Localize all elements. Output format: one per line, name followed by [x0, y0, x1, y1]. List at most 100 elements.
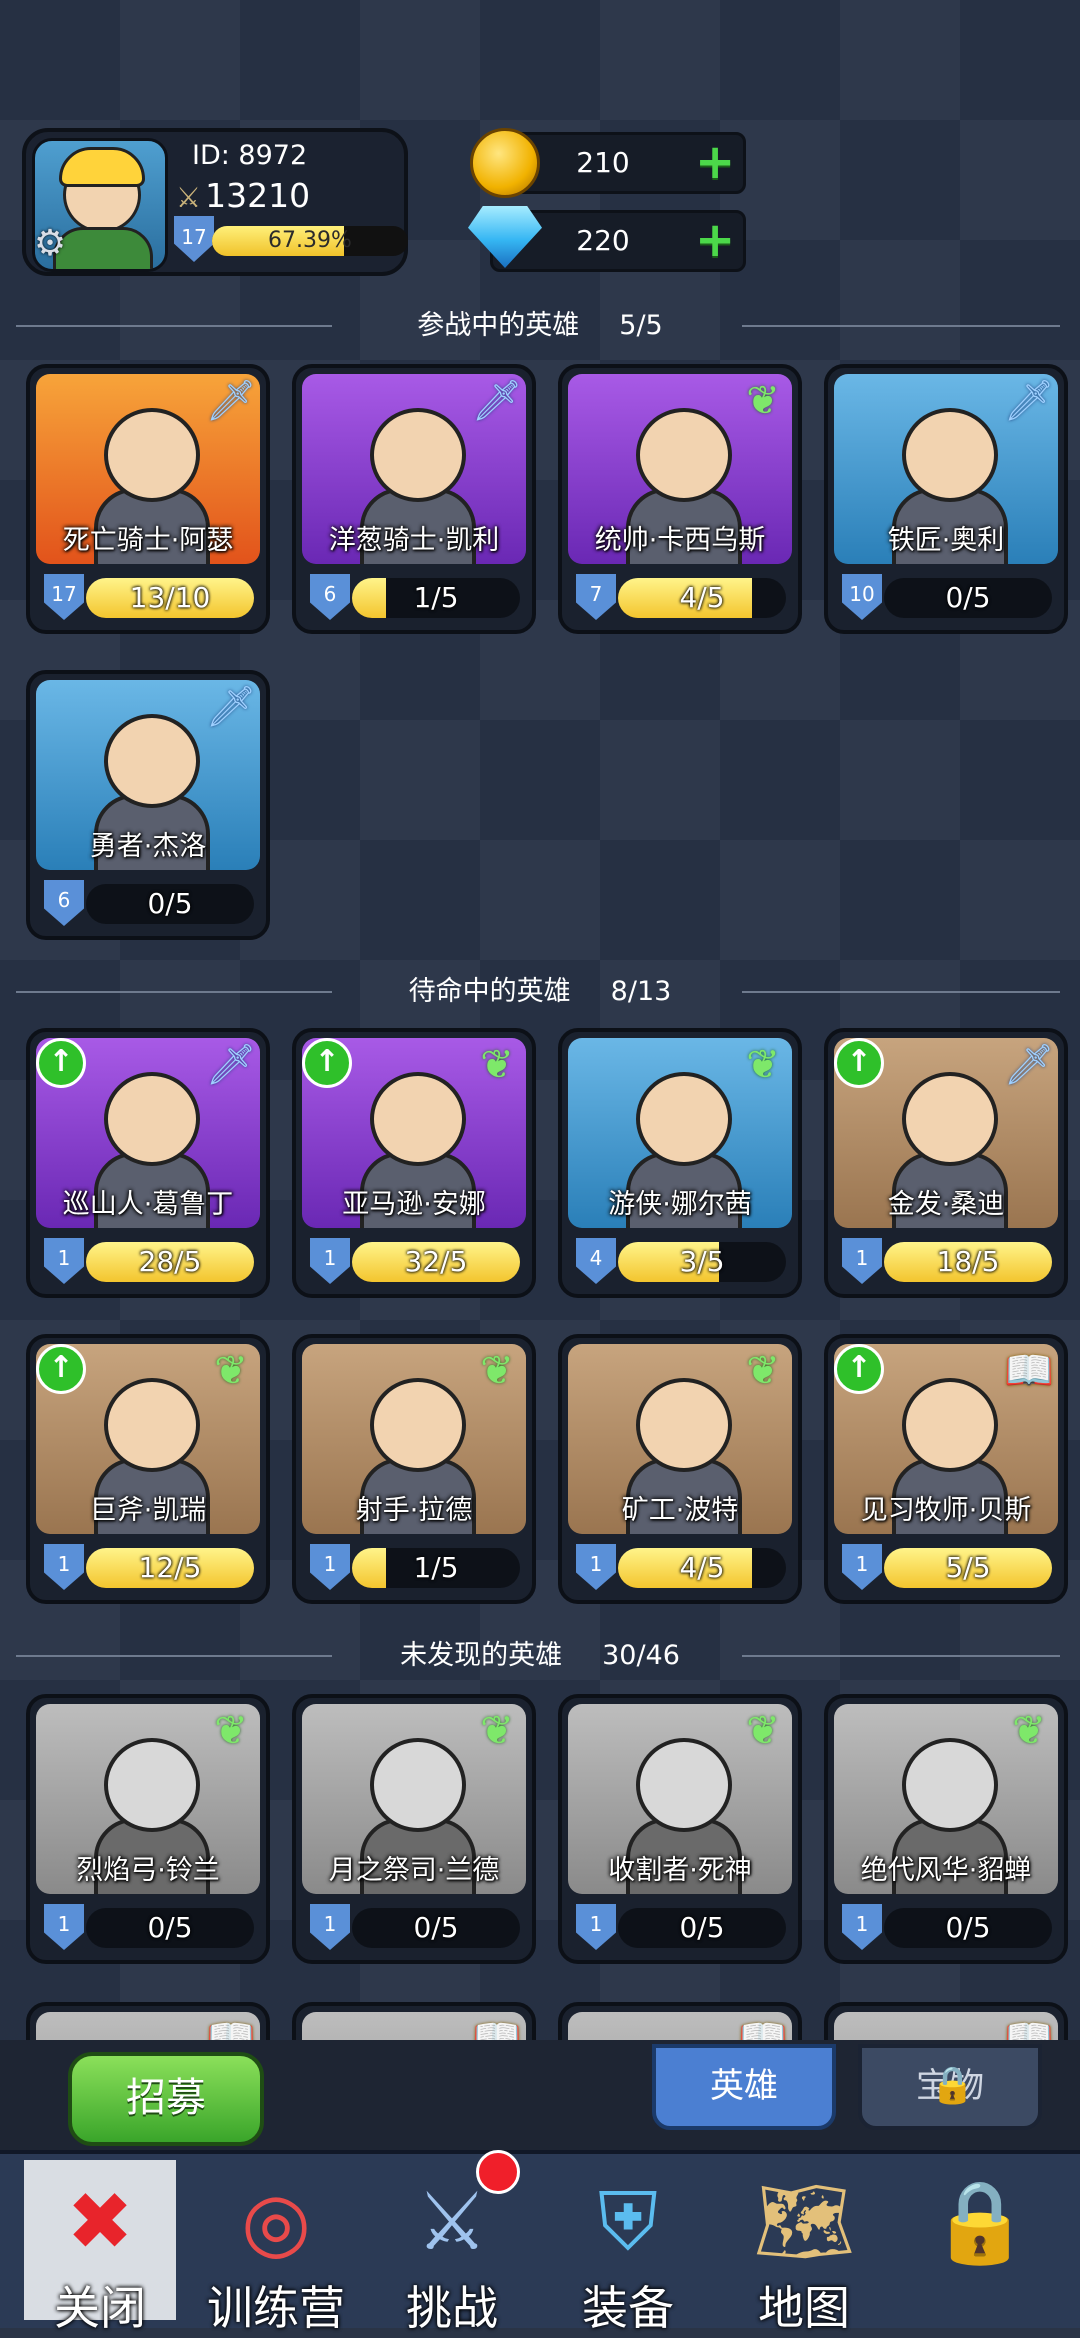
wing-icon: ❦: [480, 1708, 514, 1754]
wing-icon: ❦: [746, 1708, 780, 1754]
hero-head: [104, 714, 200, 808]
hero-head: [370, 1738, 466, 1832]
shard-progress-text: 28/5: [138, 1245, 202, 1278]
hero-card[interactable]: 洋葱骑士·凯利 🗡 6 1/5: [292, 364, 536, 634]
profile-panel[interactable]: ⚙ ID: 8972 ⚔ 13210 17 67.39%: [22, 128, 408, 276]
nav-armor[interactable]: ⛨ 装备: [548, 2160, 708, 2335]
close-icon: ✖: [66, 2175, 134, 2268]
hero-name: 见习牧师·贝斯: [860, 1495, 1032, 1526]
nav-label: 训练营: [207, 2281, 345, 2335]
sword-icon: 🗡: [205, 1042, 257, 1088]
hero-name: 勇者·杰洛: [89, 831, 207, 862]
hero-level-badge: 1: [576, 1904, 616, 1950]
hero-level-badge: 4: [576, 1238, 616, 1284]
hero-card[interactable]: 绝代风华·貂蝉 ❦ 1 0/5: [824, 1694, 1068, 1964]
nav-label: 地图: [758, 2281, 850, 2335]
shard-progress-text: 32/5: [404, 1245, 468, 1278]
shard-progress-text: 0/5: [945, 581, 991, 614]
hero-card[interactable]: 铁匠·奥利 🗡 10 0/5: [824, 364, 1068, 634]
hero-card[interactable]: 游侠·娜尔茜 ❦ 4 3/5: [558, 1028, 802, 1298]
hero-card[interactable]: 巡山人·葛鲁丁 🗡 ↑ 1 28/5: [26, 1028, 270, 1298]
section-count: 8/13: [610, 976, 672, 1007]
upgrade-arrow-icon: ↑: [36, 1344, 86, 1394]
hero-level-badge: 1: [576, 1544, 616, 1590]
hero-card[interactable]: 射手·拉德 ❦ 1 1/5: [292, 1334, 536, 1604]
nav-label: 关闭: [54, 2281, 146, 2335]
hero-head: [902, 1072, 998, 1166]
hero-name: 铁匠·奥利: [887, 525, 1005, 556]
hero-level-badge: 6: [44, 880, 84, 926]
hero-head: [370, 1072, 466, 1166]
hero-level-badge: 1: [44, 1904, 84, 1950]
hero-name: 收割者·死神: [608, 1855, 752, 1886]
hero-level-badge: 1: [44, 1238, 84, 1284]
hero-card[interactable]: 死亡骑士·阿瑟 🗡 17 13/10: [26, 364, 270, 634]
shard-progress-text: 0/5: [413, 1911, 459, 1944]
hero-card[interactable]: 巨斧·凯瑞 ❦ ↑ 1 12/5: [26, 1334, 270, 1604]
section-title: 未发现的英雄: [400, 1640, 563, 1671]
hero-name: 烈焰弓·铃兰: [76, 1855, 220, 1886]
hero-name: 绝代风华·貂蝉: [860, 1855, 1032, 1886]
section-count: 30/46: [602, 1640, 680, 1671]
gear-icon[interactable]: ⚙: [30, 224, 70, 264]
hero-name: 巨斧·凯瑞: [89, 1495, 207, 1526]
combat-power-value: 13210: [205, 176, 311, 215]
add-gold-button[interactable]: +: [695, 138, 735, 186]
tab-heroes[interactable]: 英雄: [652, 2044, 836, 2130]
wing-icon: ❦: [1012, 1708, 1046, 1754]
hero-head: [104, 1072, 200, 1166]
wing-icon: ❦: [480, 1042, 514, 1088]
shard-progress-text: 0/5: [945, 1911, 991, 1944]
sword-icon: 🗡: [1003, 378, 1055, 424]
add-gem-button[interactable]: +: [695, 216, 735, 264]
player-id: ID: 8972: [192, 140, 308, 171]
hero-head: [104, 408, 200, 502]
combat-power: ⚔ 13210: [176, 176, 310, 215]
shard-progress-text: 1/5: [413, 1551, 459, 1584]
section-header-standby: 待命中的英雄 8/13: [0, 972, 1080, 1012]
recruit-button[interactable]: 招募: [68, 2052, 264, 2146]
nav-close[interactable]: ✖ 关闭: [20, 2160, 180, 2335]
hero-card[interactable]: 金发·桑迪 🗡 ↑ 1 18/5: [824, 1028, 1068, 1298]
shard-progress-text: 0/5: [147, 1911, 193, 1944]
hero-head: [104, 1378, 200, 1472]
nav-locked[interactable]: 🔒: [900, 2160, 1060, 2324]
hero-name: 矿工·波特: [621, 1495, 739, 1526]
tab-locked[interactable]: 宝物 🔒: [858, 2044, 1042, 2130]
hero-card[interactable]: 矿工·波特 ❦ 1 4/5: [558, 1334, 802, 1604]
sword-icon: 🗡: [1003, 1042, 1055, 1088]
hero-head: [104, 1738, 200, 1832]
shard-progress-text: 13/10: [129, 581, 211, 614]
nav-label: 挑战: [406, 2281, 498, 2335]
hero-head: [370, 1378, 466, 1472]
wing-icon: ❦: [746, 1042, 780, 1088]
hero-name: 金发·桑迪: [887, 1189, 1005, 1220]
nav-target[interactable]: ◎ 训练营: [196, 2160, 356, 2335]
hero-head: [902, 1738, 998, 1832]
hero-card[interactable]: 收割者·死神 ❦ 1 0/5: [558, 1694, 802, 1964]
hero-level-badge: 1: [310, 1544, 350, 1590]
hero-card[interactable]: 亚马逊·安娜 ❦ ↑ 1 32/5: [292, 1028, 536, 1298]
sword-icon: ⚔: [176, 181, 202, 214]
hero-card[interactable]: 月之祭司·兰德 ❦ 1 0/5: [292, 1694, 536, 1964]
hero-name: 统帅·卡西乌斯: [594, 525, 766, 556]
notification-dot: [476, 2150, 520, 2194]
shard-progress-text: 4/5: [679, 581, 725, 614]
nav-map[interactable]: 🗺 地图: [724, 2160, 884, 2335]
hero-card[interactable]: 勇者·杰洛 🗡 6 0/5: [26, 670, 270, 940]
hero-level-badge: 1: [842, 1544, 882, 1590]
wing-icon: ❦: [214, 1708, 248, 1754]
wing-icon: ❦: [214, 1348, 248, 1394]
hero-level-badge: 6: [310, 574, 350, 620]
sword-icon: 🗡: [471, 378, 523, 424]
hero-card[interactable]: 烈焰弓·铃兰 ❦ 1 0/5: [26, 1694, 270, 1964]
book-icon: 📖: [1004, 1348, 1054, 1394]
sword-icon: 🗡: [205, 684, 257, 730]
target-icon: ◎: [241, 2175, 311, 2268]
hero-head: [636, 1072, 732, 1166]
upgrade-arrow-icon: ↑: [834, 1344, 884, 1394]
section-title: 参战中的英雄: [417, 310, 580, 341]
hero-card[interactable]: 见习牧师·贝斯 📖 ↑ 1 5/5: [824, 1334, 1068, 1604]
hero-name: 游侠·娜尔茜: [608, 1189, 752, 1220]
hero-card[interactable]: 统帅·卡西乌斯 ❦ 7 4/5: [558, 364, 802, 634]
